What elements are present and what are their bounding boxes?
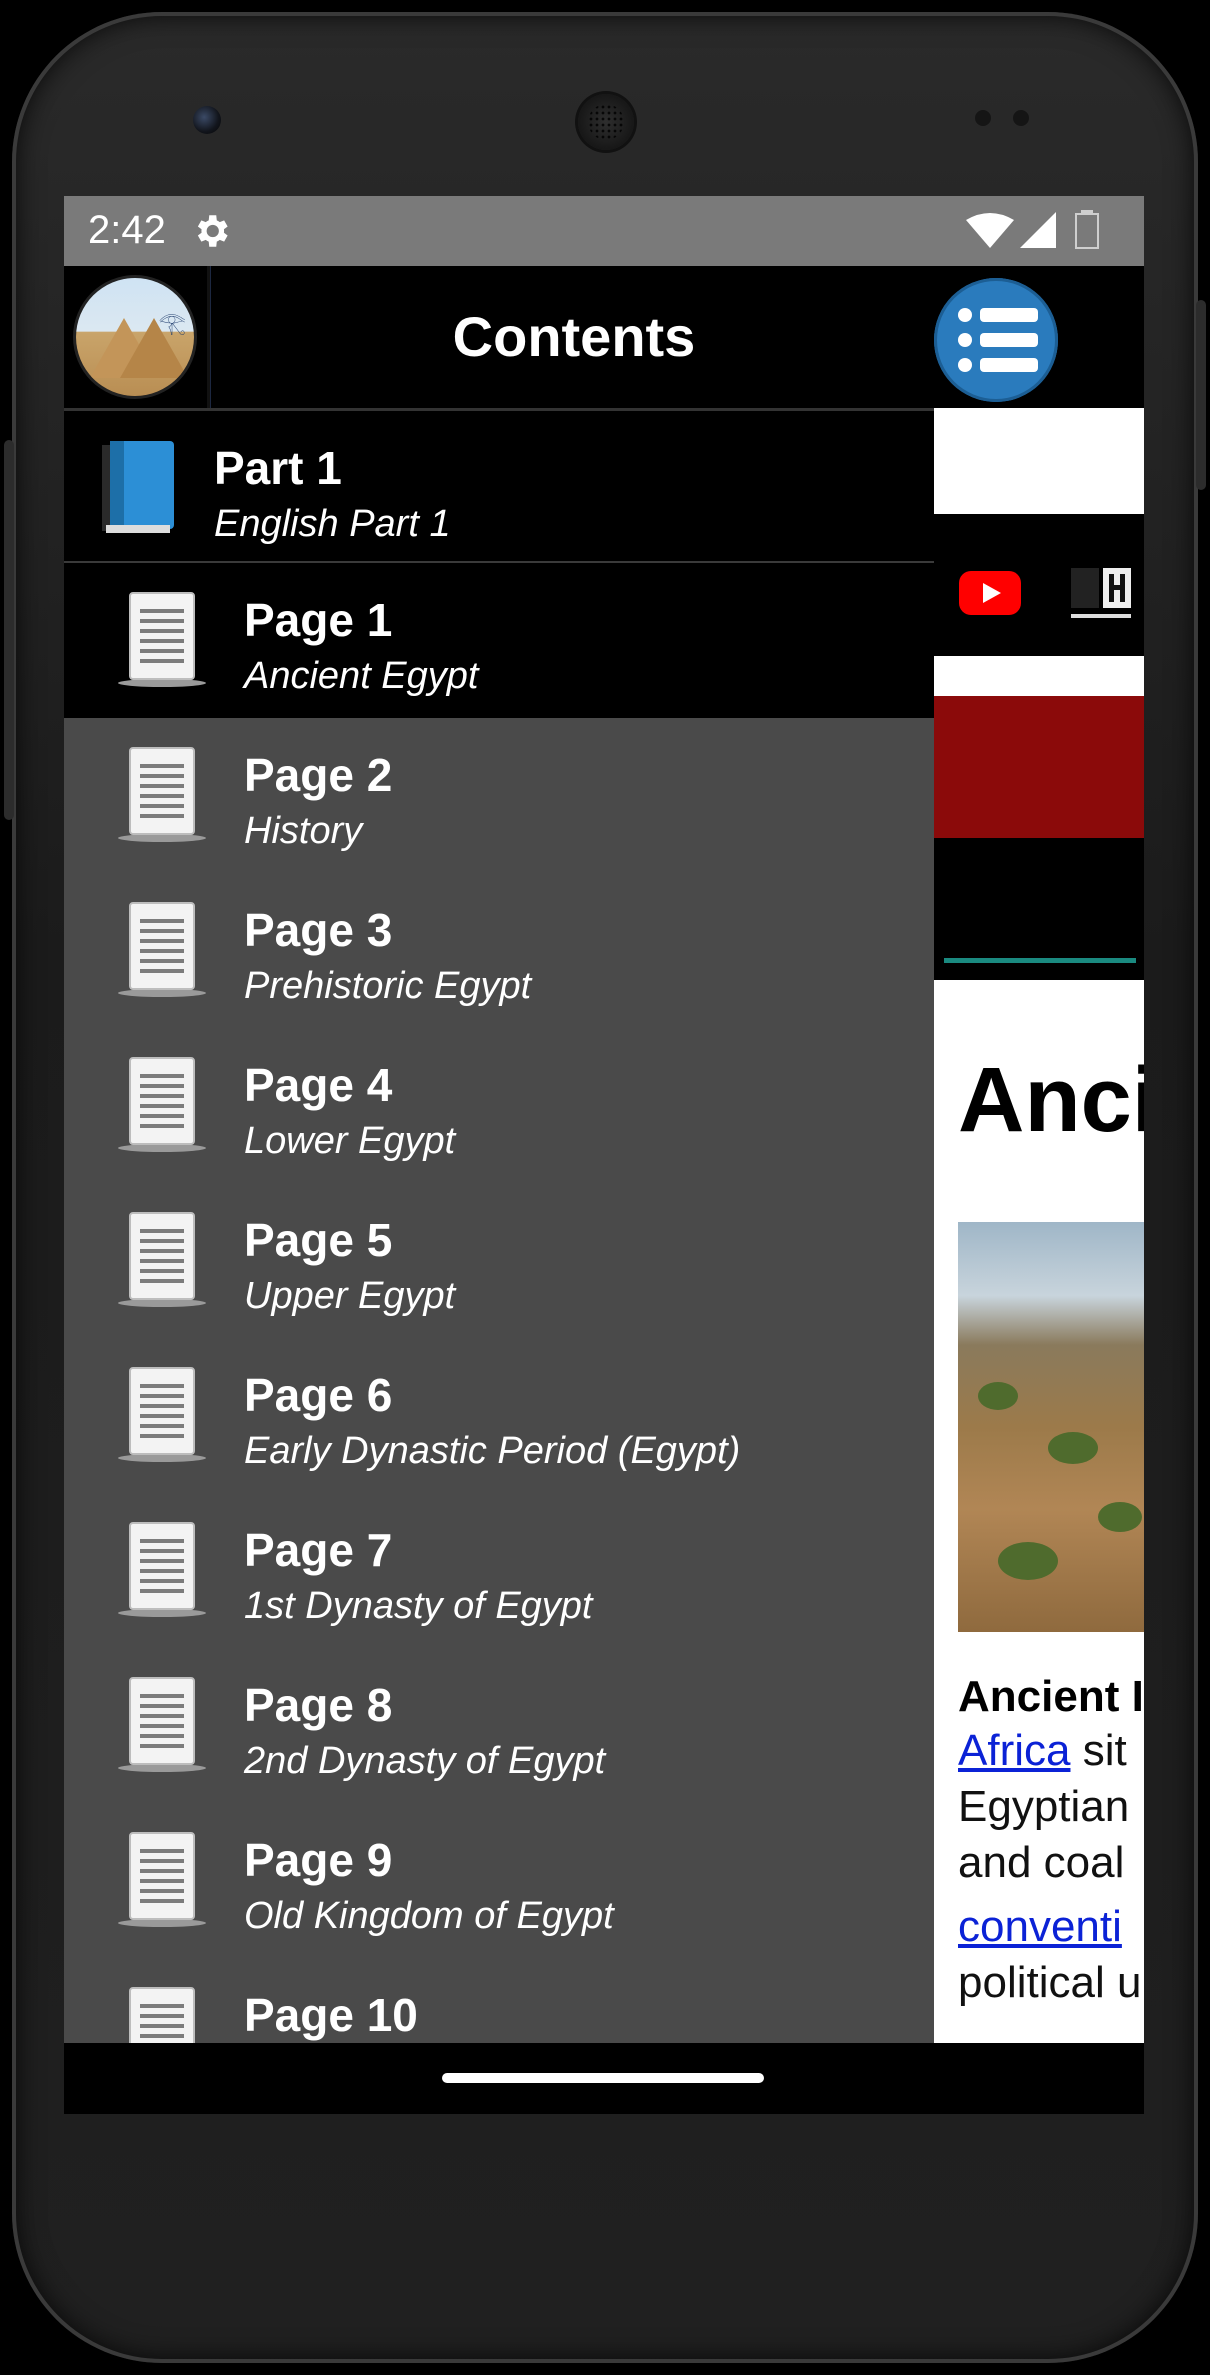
document-icon <box>118 1057 206 1152</box>
article-line-4: conventi <box>958 1902 1122 1952</box>
drawer-title: Contents <box>452 305 696 368</box>
page-subtitle: Early Dynastic Period (Egypt) <box>244 1430 741 1472</box>
document-icon <box>129 1987 195 2043</box>
page-subtitle: 2nd Dynasty of Egypt <box>244 1740 606 1782</box>
histopedia-logo-icon[interactable] <box>1069 564 1133 624</box>
battery-icon <box>1075 213 1099 249</box>
page-subtitle: Ancient Egypt <box>244 655 479 697</box>
page-title: Page 9 <box>244 1834 393 1886</box>
light-sensor <box>1013 110 1029 126</box>
status-time: 2:42 <box>88 208 166 252</box>
drawer-header: 𓂀 Contents <box>64 266 934 411</box>
book-icon <box>102 441 174 533</box>
screen: 2:42 Anci Ancient I Africa sit Egyptian … <box>64 196 1144 2114</box>
page-title: Page 5 <box>244 1214 393 1266</box>
document-icon <box>118 1677 206 1772</box>
app-banner <box>934 696 1144 838</box>
page-subtitle: 1st Dynasty of Egypt <box>244 1585 593 1627</box>
document-icon <box>118 592 206 687</box>
page-title: Page 2 <box>244 749 393 801</box>
part-subtitle: English Part 1 <box>214 503 451 545</box>
page-title: Page 1 <box>244 594 393 646</box>
app-header-strip <box>934 408 1144 514</box>
page-item[interactable]: Page 4 Lower Egypt <box>64 1028 934 1185</box>
page-item[interactable]: Page 10 <box>64 1958 934 2043</box>
system-nav-bar <box>64 2043 1144 2114</box>
article-line-1: Africa sit <box>958 1726 1127 1775</box>
part-title: Part 1 <box>214 442 342 494</box>
part-header[interactable]: Part 1 English Part 1 <box>64 411 934 564</box>
page-item[interactable]: Page 9 Old Kingdom of Egypt <box>64 1803 934 1960</box>
article-line-5: political u <box>958 1958 1142 2007</box>
page-subtitle: History <box>244 810 363 852</box>
signal-icon <box>1020 212 1056 248</box>
home-gesture-bar[interactable] <box>442 2073 764 2083</box>
tab-indicator <box>944 958 1136 963</box>
page-title: Page 3 <box>244 904 393 956</box>
volume-button <box>4 440 14 820</box>
page-item[interactable]: Page 6 Early Dynastic Period (Egypt) <box>64 1338 934 1495</box>
document-icon <box>118 1367 206 1462</box>
africa-link[interactable]: Africa <box>958 1726 1070 1775</box>
page-title: Page 7 <box>244 1524 393 1576</box>
page-title: Page 4 <box>244 1059 393 1111</box>
earpiece-speaker <box>578 94 634 150</box>
page-item[interactable]: Page 1 Ancient Egypt <box>64 563 934 720</box>
document-icon <box>118 1212 206 1307</box>
page-title: Page 10 <box>244 1989 418 2041</box>
document-icon <box>118 1832 206 1927</box>
proximity-sensor <box>975 110 991 126</box>
article-image <box>958 1222 1144 1632</box>
article-view: Anci Ancient I Africa sit Egyptian and c… <box>934 982 1144 2043</box>
article-lead: Ancient I <box>958 1672 1144 1721</box>
settings-icon <box>197 215 228 247</box>
document-icon <box>118 902 206 997</box>
status-bar: 2:42 <box>64 196 1144 266</box>
page-subtitle: Upper Egypt <box>244 1275 456 1317</box>
page-subtitle: Lower Egypt <box>244 1120 456 1162</box>
article-title: Anci <box>958 1049 1144 1151</box>
conventional-link[interactable]: conventi <box>958 1902 1122 1951</box>
page-subtitle: Prehistoric Egypt <box>244 965 532 1007</box>
page-item[interactable]: Page 3 Prehistoric Egypt <box>64 873 934 1030</box>
status-icons <box>966 210 1099 249</box>
page-item[interactable]: Page 5 Upper Egypt <box>64 1183 934 1340</box>
page-subtitle: Old Kingdom of Egypt <box>244 1895 614 1937</box>
navigation-drawer: 𓂀 Contents Part 1 English Part 1 Page 1 A… <box>64 266 934 2043</box>
power-button <box>1196 300 1206 490</box>
wifi-icon <box>966 213 1014 248</box>
youtube-icon[interactable] <box>959 571 1021 615</box>
page-item[interactable]: Page 2 History <box>64 718 934 875</box>
front-camera <box>193 106 221 134</box>
page-item[interactable]: Page 8 2nd Dynasty of Egypt <box>64 1648 934 1805</box>
article-line-3: and coal <box>958 1838 1125 1887</box>
document-icon <box>118 1522 206 1617</box>
article-line-2: Egyptian <box>958 1782 1130 1831</box>
page-title: Page 8 <box>244 1679 393 1731</box>
page-title: Page 6 <box>244 1369 393 1421</box>
page-item[interactable]: Page 7 1st Dynasty of Egypt <box>64 1493 934 1650</box>
document-icon <box>118 747 206 842</box>
contents-menu-button[interactable] <box>934 278 1058 402</box>
